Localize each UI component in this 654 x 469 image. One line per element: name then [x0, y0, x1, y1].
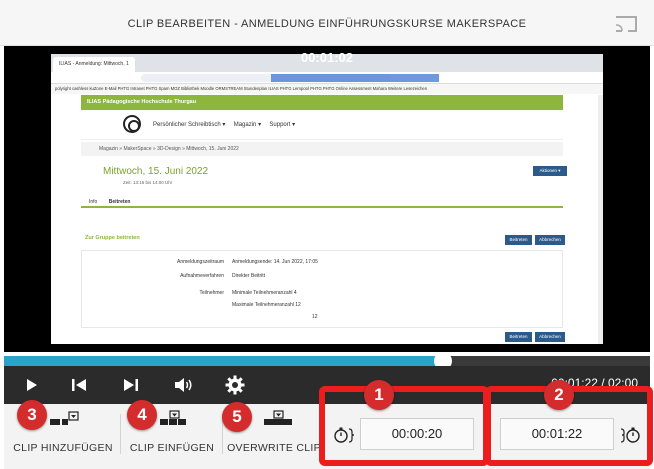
overwrite-clip-label: OVERWRITE CLIP: [227, 442, 321, 454]
row-value: 12: [312, 314, 318, 320]
window-title: CLIP BEARBEITEN - ANMELDUNG EINFÜHRUNGSK…: [127, 18, 527, 30]
annotation-badge-1: 1: [364, 380, 394, 410]
tab-info: Info: [89, 199, 98, 205]
volume-icon[interactable]: [172, 374, 194, 396]
row-label: Aufnahmeverfahren: [180, 273, 224, 279]
url-highlight: [271, 74, 439, 82]
annotation-box-start-time: [319, 386, 489, 466]
cancel-button-bottom: Abbrechen: [535, 332, 565, 342]
site-nav-items: Persönlicher Schreibtisch ▾ Magazin ▾ Su…: [153, 121, 295, 128]
event-time: Zeit: 13:15 bis 14:00 Uhr: [123, 180, 173, 185]
row-value: Minimale Teilnehmeranzahl 4: [232, 290, 297, 296]
video-frame: ILIAS - Anmeldung: Mittwoch, 1 polyright…: [51, 54, 603, 344]
site-breadcrumb: Magazin » MakerSpace » 3D-Design » Mittw…: [81, 142, 563, 156]
registration-panel: Anmeldungszeitraum Anmeldungsende: 14. J…: [81, 250, 563, 328]
insert-clip-icon: [160, 410, 186, 425]
browser-scrollbar: [598, 95, 603, 344]
row-value: Anmeldungsende: 14. Jun 2022, 17:05: [232, 259, 318, 265]
annotation-badge-2: 2: [544, 380, 574, 410]
add-clip-label: CLIP HINZUFÜGEN: [13, 442, 113, 454]
row-label: Teilnehmer: [199, 290, 224, 296]
insert-clip-label: CLIP EINFÜGEN: [129, 442, 215, 454]
actions-button: Aktionen ▾: [533, 166, 567, 176]
skip-next-icon[interactable]: [120, 374, 142, 396]
title-bar: CLIP BEARBEITEN - ANMELDUNG EINFÜHRUNGSK…: [0, 0, 654, 46]
nav-item-support: Support ▾: [269, 122, 296, 128]
site-logo-icon: [123, 115, 141, 133]
site-nav: Persönlicher Schreibtisch ▾ Magazin ▾ Su…: [81, 110, 563, 140]
row-value: Direkter Beitritt: [232, 273, 266, 279]
row-label: Anmeldungszeitraum: [177, 259, 224, 265]
seek-bar-played: [4, 356, 444, 366]
toolbar-divider: [120, 414, 121, 454]
row-value: Maximale Teilnehmeranzahl 12: [232, 302, 301, 308]
annotation-badge-5: 5: [222, 402, 252, 432]
browser-address-bar: [51, 72, 603, 84]
site-header: ILIAS Pädagogische Hochschule Thurgau: [81, 95, 563, 110]
annotation-badge-4: 4: [127, 400, 157, 430]
gear-icon[interactable]: [224, 374, 246, 396]
join-button-top: Beitreten: [505, 235, 532, 245]
nav-item-desk: Persönlicher Schreibtisch ▾: [153, 122, 226, 128]
add-clip-icon: [50, 411, 79, 425]
event-heading: Mittwoch, 15. Juni 2022: [103, 166, 209, 177]
nav-item-magazin: Magazin ▾: [233, 122, 262, 128]
bookmarks-bar: polyright cashless kuZone E-Mail PHTG In…: [51, 84, 603, 94]
join-button-bottom: Beitreten: [505, 332, 532, 342]
join-group-heading: Zur Gruppe beitreten: [85, 235, 140, 241]
current-timecode: 00:01:02: [300, 50, 354, 65]
clip-editor-window: CLIP BEARBEITEN - ANMELDUNG EINFÜHRUNGSK…: [0, 0, 654, 469]
video-player[interactable]: ILIAS - Anmeldung: Mittwoch, 1 polyright…: [4, 46, 650, 352]
skip-previous-icon[interactable]: [68, 374, 90, 396]
play-icon[interactable]: [20, 374, 42, 396]
cancel-button-top: Abbrechen: [535, 235, 565, 245]
annotation-badge-3: 3: [17, 400, 47, 430]
cast-icon[interactable]: [614, 13, 640, 35]
seek-bar[interactable]: [4, 352, 650, 370]
tab-beitreten: Beitreten: [108, 199, 131, 205]
overwrite-clip-icon: [264, 410, 292, 425]
content-tabs: Info Beitreten: [81, 196, 563, 208]
